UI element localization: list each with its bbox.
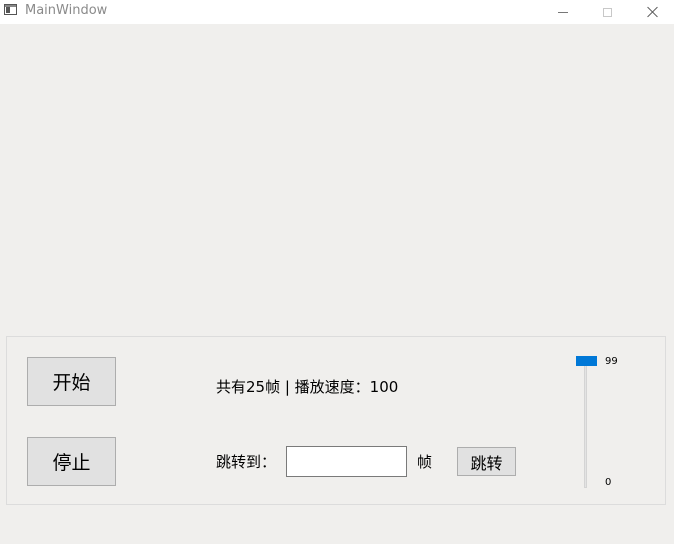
speed-slider-track[interactable] (584, 362, 587, 488)
close-icon (647, 6, 659, 18)
maximize-button[interactable] (584, 0, 630, 24)
start-button[interactable]: 开始 (27, 357, 116, 406)
window-title: MainWindow (25, 3, 108, 18)
minimize-icon (558, 11, 568, 13)
frame-number-input[interactable] (286, 446, 407, 477)
video-display-area (0, 24, 674, 334)
stop-button[interactable]: 停止 (27, 437, 116, 486)
frame-unit-label: 帧 (417, 453, 433, 471)
minimize-button[interactable] (540, 0, 586, 24)
main-window: MainWindow 开始 停止 共有25帧 | 播放速度：100 跳转到： 帧… (0, 0, 674, 544)
title-bar[interactable]: MainWindow (0, 0, 674, 24)
maximize-icon (602, 7, 612, 17)
app-window-icon (4, 4, 17, 15)
speed-slider-handle[interactable] (576, 356, 597, 366)
jump-to-label: 跳转到： (216, 453, 277, 471)
close-button[interactable] (630, 0, 674, 24)
frame-info-label: 共有25帧 | 播放速度：100 (216, 378, 399, 396)
slider-max-label: 99 (605, 356, 618, 367)
jump-button[interactable]: 跳转 (457, 447, 516, 476)
slider-min-label: 0 (605, 477, 612, 488)
